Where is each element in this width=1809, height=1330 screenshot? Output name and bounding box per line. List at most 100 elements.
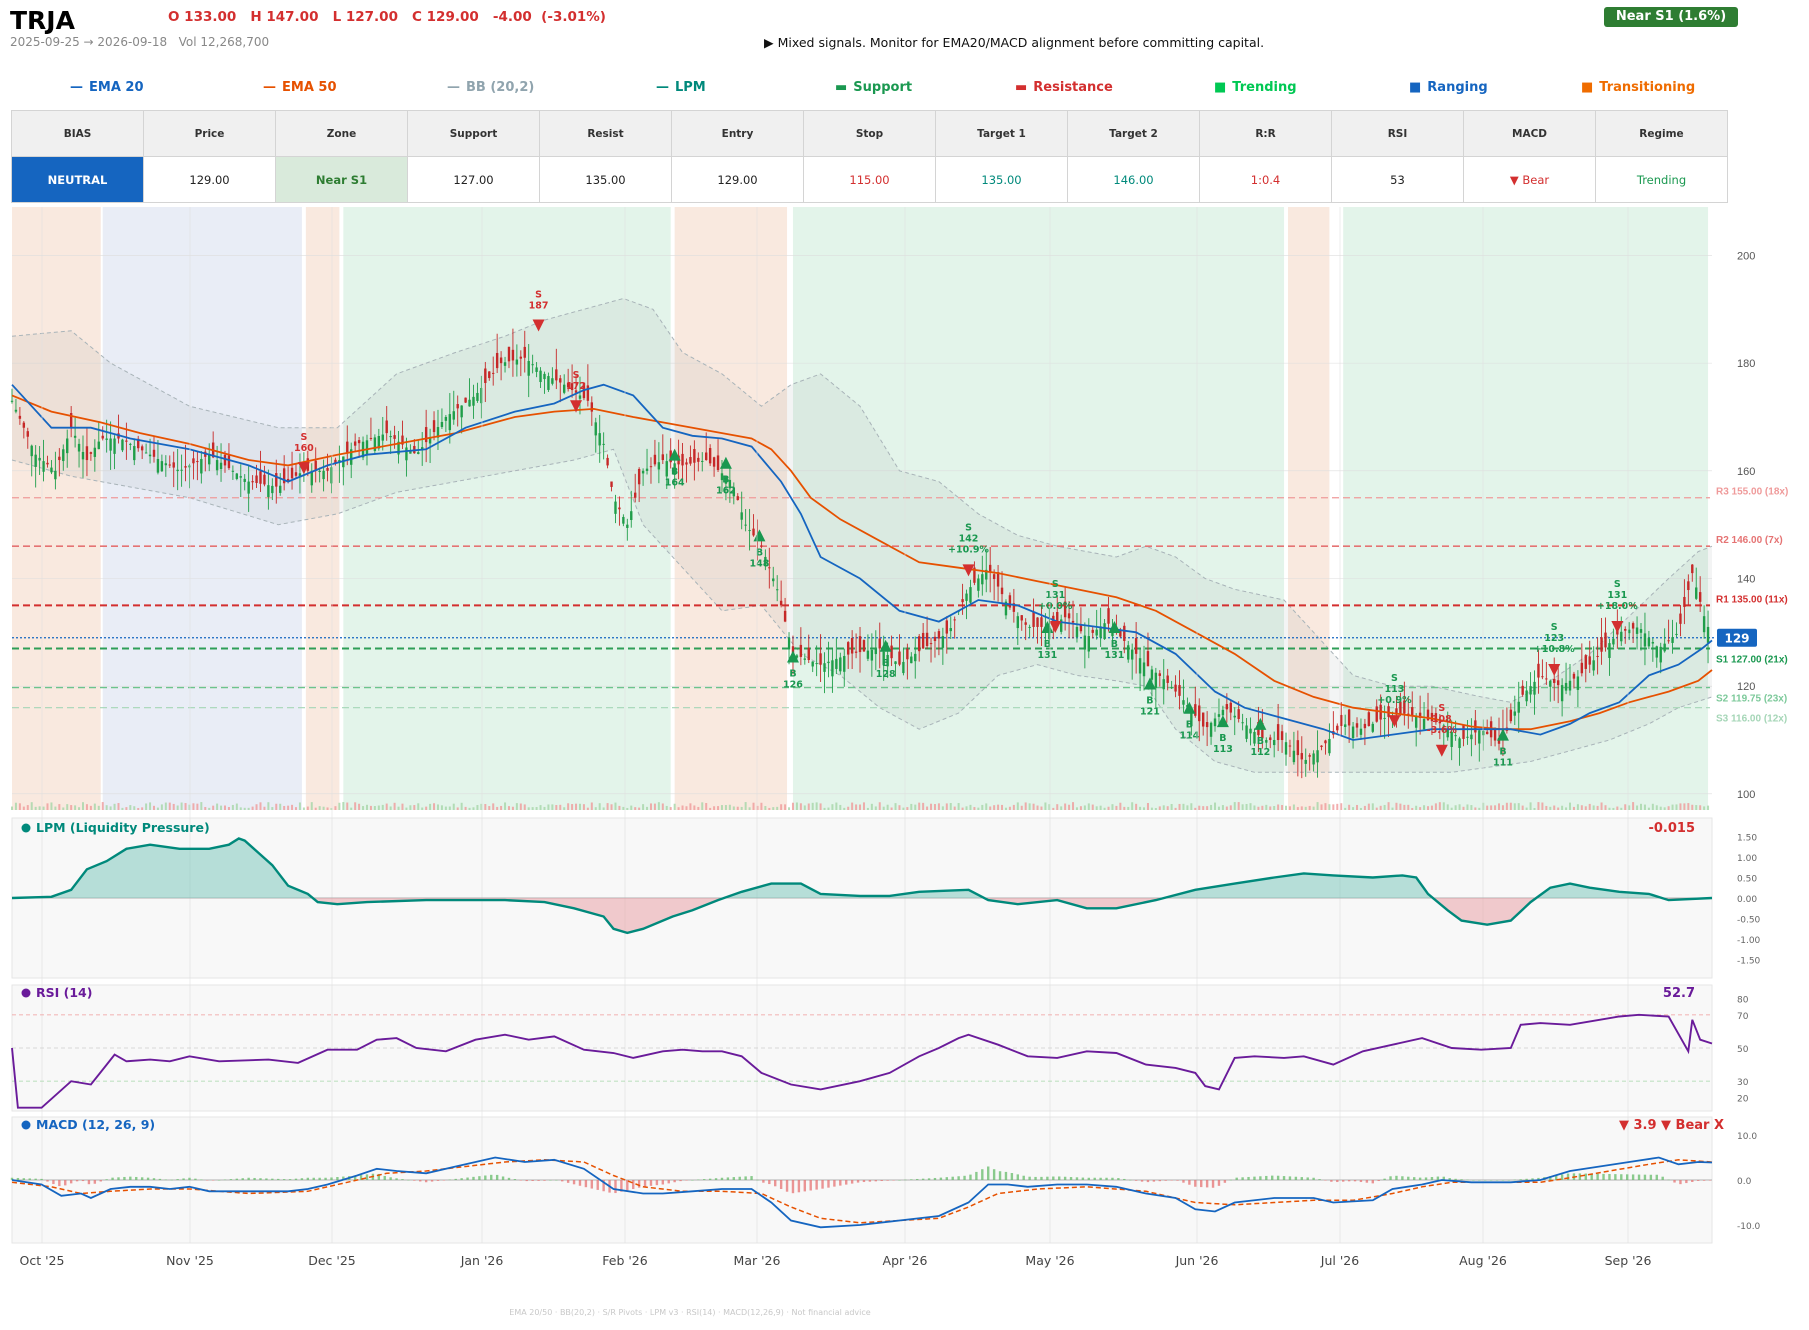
volume-bar	[1162, 805, 1165, 810]
candle-body	[18, 415, 22, 419]
candle-body	[969, 587, 972, 603]
macd-hist-bar	[632, 1180, 635, 1189]
signal-price: 131	[1607, 590, 1627, 601]
volume-bar	[985, 803, 988, 810]
candle-body	[1513, 711, 1516, 716]
volume-bar	[910, 803, 913, 810]
candle-body	[1300, 753, 1303, 760]
x-tick-label: Jun '26	[1175, 1253, 1219, 1268]
macd-hist-bar	[1702, 1180, 1706, 1181]
candle-body	[322, 470, 325, 480]
volume-bar	[977, 807, 980, 810]
volume-bar	[444, 806, 447, 810]
candle-body	[1138, 658, 1142, 674]
candle-body	[1158, 673, 1161, 676]
macd-hist-bar	[821, 1180, 824, 1189]
volume-bar	[1446, 804, 1449, 810]
macd-hist-bar	[75, 1180, 79, 1182]
candle-body	[712, 457, 716, 467]
volume-bar	[500, 805, 503, 810]
volume-bar	[62, 807, 65, 810]
candle-body	[1655, 646, 1658, 658]
volume-bar	[429, 803, 432, 810]
rsi-tick-label: 80	[1737, 995, 1749, 1005]
macd-hist-bar	[1336, 1180, 1339, 1183]
macd-hist-bar	[318, 1177, 321, 1180]
macd-hist-bar	[1217, 1180, 1221, 1186]
volume-bar	[1316, 802, 1319, 810]
macd-hist-bar	[868, 1180, 872, 1182]
volume-bar	[819, 803, 822, 810]
candle-body	[1620, 631, 1623, 642]
volume-bar	[1494, 805, 1497, 810]
macd-hist-bar	[1241, 1177, 1244, 1180]
macd-hist-bar	[1625, 1174, 1629, 1180]
volume-bar	[472, 807, 475, 810]
macd-hist-bar	[93, 1180, 97, 1184]
candle-body	[1643, 633, 1647, 647]
macd-hist-bar	[200, 1179, 203, 1181]
volume-bar	[606, 803, 609, 810]
candle-body	[164, 463, 168, 466]
candle-body	[85, 446, 89, 461]
candle-body	[101, 435, 104, 439]
candle-body	[1671, 637, 1674, 643]
sr-line-label: R2 146.00 (7x)	[1716, 535, 1783, 546]
volume-bar	[141, 807, 144, 810]
volume-bar	[1288, 806, 1291, 810]
candle-body	[192, 458, 195, 464]
volume-bar	[1099, 805, 1102, 810]
macd-hist-bar	[152, 1178, 156, 1180]
price-tick-label: 200	[1737, 250, 1755, 262]
candle-body	[1687, 581, 1690, 591]
macd-hist-bar	[1010, 1173, 1014, 1180]
macd-hist-bar	[58, 1180, 61, 1187]
candle-body	[996, 572, 1000, 587]
candle-body	[81, 451, 85, 460]
candle-body	[1612, 638, 1615, 645]
volume-bar	[54, 806, 57, 810]
lpm-tick-label: -1.00	[1737, 936, 1761, 946]
volume-bar	[1312, 806, 1315, 810]
volume-bar	[149, 802, 152, 810]
candle-body	[152, 449, 156, 457]
candle-body	[1347, 709, 1351, 726]
macd-hist-bar	[324, 1177, 327, 1180]
macd-hist-bar	[1649, 1174, 1653, 1180]
candle-body	[708, 448, 712, 464]
volume-bar	[728, 804, 731, 810]
macd-hist-bar	[1489, 1180, 1493, 1181]
candle-body	[649, 466, 653, 468]
volume-bar	[34, 806, 37, 810]
macd-hist-bar	[135, 1176, 138, 1180]
volume-bar	[768, 807, 771, 810]
candle-body	[586, 385, 590, 401]
macd-hist-bar	[306, 1177, 310, 1180]
volume-bar	[965, 806, 968, 810]
candle-body	[949, 628, 952, 632]
volume-bar	[555, 804, 558, 810]
candle-body	[1170, 687, 1173, 689]
volume-bar	[665, 805, 668, 810]
candle-body	[54, 470, 57, 480]
candle-body	[381, 434, 384, 441]
macd-hist-bar	[40, 1178, 43, 1180]
macd-hist-bar	[1691, 1180, 1694, 1182]
macd-hist-bar	[1685, 1180, 1688, 1184]
macd-hist-bar	[1342, 1180, 1345, 1182]
volume-bar	[1336, 803, 1339, 810]
candle-body	[1166, 675, 1169, 683]
candle-body	[661, 454, 665, 461]
candle-body	[267, 485, 270, 497]
sr-line-label: R1 135.00 (11x)	[1716, 594, 1788, 605]
volume-bar	[1612, 807, 1615, 810]
volume-bar	[46, 803, 49, 810]
lpm-tick-label: -0.50	[1737, 916, 1761, 926]
candle-body	[977, 578, 980, 591]
candle-body	[1209, 722, 1213, 737]
candle-body	[1194, 704, 1197, 716]
volume-bar	[1419, 807, 1422, 810]
volume-bar	[180, 802, 183, 810]
volume-bar	[1016, 802, 1019, 810]
candle-body	[843, 656, 846, 672]
